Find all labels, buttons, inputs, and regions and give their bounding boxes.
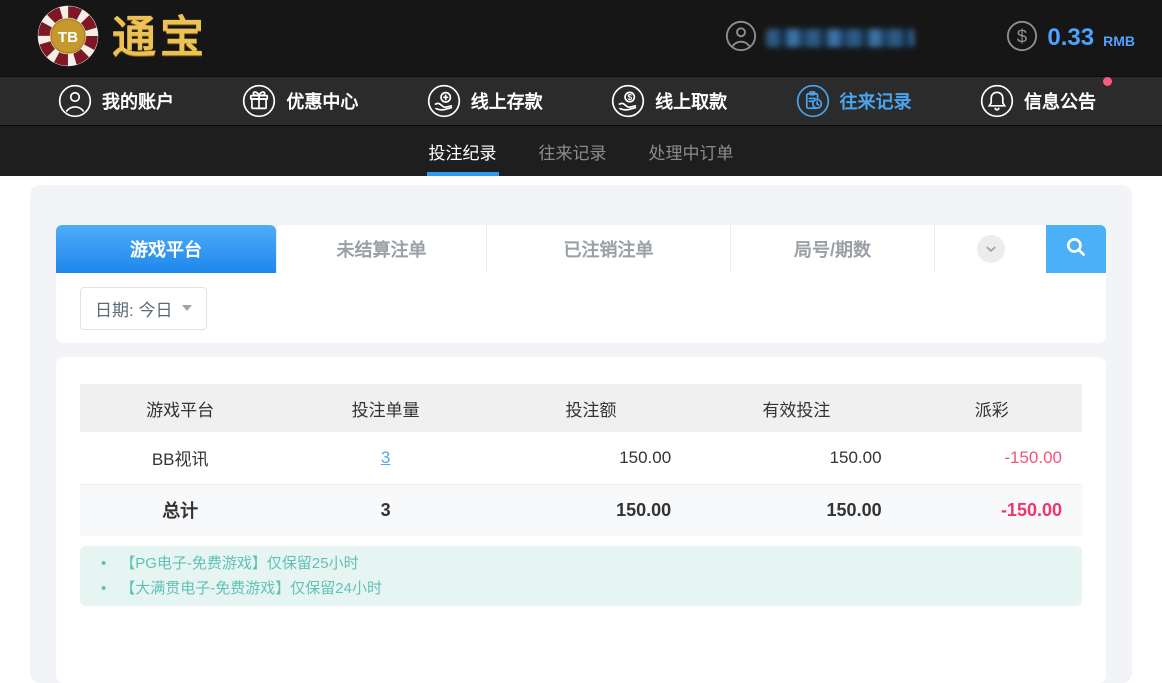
note-text: 【PG电子-免费游戏】仅保留25小时 <box>120 555 359 572</box>
report-tabbar: 游戏平台 未结算注单 已注销注单 局号/期数 <box>56 225 1106 273</box>
nav-item-announcements[interactable]: 信息公告 <box>980 77 1112 118</box>
table-header-row: 游戏平台 投注单量 投注额 有效投注 派彩 <box>80 384 1082 432</box>
more-options-dropdown[interactable] <box>934 225 1046 273</box>
subnav-label: 往来记录 <box>538 143 607 163</box>
svg-text:$: $ <box>1017 25 1028 46</box>
nav-label: 优惠中心 <box>286 92 359 112</box>
svg-text:TB: TB <box>58 29 78 46</box>
cell-payout: -150.00 <box>901 432 1082 485</box>
total-label: 总计 <box>80 484 281 536</box>
balance-amount: 0.33 <box>1047 24 1095 51</box>
coin-dollar-icon: $ <box>1006 20 1038 57</box>
col-header-valid-bet: 有效投注 <box>691 384 902 432</box>
subnav-label: 处理中订单 <box>648 143 734 163</box>
withdraw-icon: $ <box>611 84 645 118</box>
col-header-platform: 游戏平台 <box>80 384 281 432</box>
subnav-item-transactions[interactable]: 往来记录 <box>539 126 607 176</box>
bet-summary-table: 游戏平台 投注单量 投注额 有效投注 派彩 BB视讯 3 150.00 150.… <box>80 384 1082 536</box>
subnav-item-pending-orders[interactable]: 处理中订单 <box>649 126 734 176</box>
chevron-down-icon <box>976 235 1005 263</box>
content-panel: 游戏平台 未结算注单 已注销注单 局号/期数 日期: 今日 游戏平台 投注单量 … <box>30 185 1132 683</box>
retention-notes: • 【PG电子-免费游戏】仅保留25小时 • 【大满贯电子-免费游戏】仅保留24… <box>80 546 1082 606</box>
gift-icon <box>242 84 276 118</box>
tab-label: 已注销注单 <box>563 240 654 260</box>
balance[interactable]: $ 0.33 RMB <box>1006 20 1135 57</box>
sub-nav: 投注纪录 往来记录 处理中订单 <box>0 126 1162 176</box>
nav-item-promotions[interactable]: 优惠中心 <box>242 84 358 118</box>
cell-bet-amount: 150.00 <box>490 432 692 485</box>
nav-label: 线上存款 <box>470 92 543 112</box>
col-header-bet-count: 投注单量 <box>280 384 491 432</box>
notification-dot <box>1102 77 1112 86</box>
main-nav: 我的账户 优惠中心 线上存款 $ 线上取款 往来记录 信息公告 <box>0 76 1162 126</box>
subnav-item-bet-records[interactable]: 投注纪录 <box>426 126 499 176</box>
search-button[interactable] <box>1046 225 1106 273</box>
nav-label: 往来记录 <box>839 92 912 112</box>
search-icon <box>1063 234 1089 265</box>
brand-name: 通宝 <box>112 13 208 62</box>
total-bet-count: 3 <box>280 484 491 536</box>
nav-label: 我的账户 <box>102 92 174 112</box>
bell-icon <box>980 84 1014 118</box>
col-header-payout: 派彩 <box>901 384 1082 432</box>
report-card: 游戏平台 投注单量 投注额 有效投注 派彩 BB视讯 3 150.00 150.… <box>56 357 1106 683</box>
total-bet-amount: 150.00 <box>490 484 692 536</box>
user-account[interactable] <box>725 20 915 57</box>
bullet-icon: • <box>101 555 107 572</box>
tab-label: 游戏平台 <box>130 240 202 260</box>
person-icon <box>58 84 92 118</box>
cell-platform: BB视讯 <box>80 432 281 485</box>
note-item: • 【大满贯电子-免费游戏】仅保留24小时 <box>80 576 1082 601</box>
tab-unsettled[interactable]: 未结算注单 <box>276 225 486 273</box>
table-total-row: 总计 3 150.00 150.00 -150.00 <box>80 484 1082 536</box>
total-payout: -150.00 <box>901 484 1082 536</box>
main-content: 游戏平台 未结算注单 已注销注单 局号/期数 日期: 今日 游戏平台 投注单量 … <box>0 176 1162 683</box>
casino-chip-icon: TB <box>36 4 100 73</box>
round-number-input[interactable]: 局号/期数 <box>730 225 934 273</box>
col-header-bet-amount: 投注额 <box>490 384 692 432</box>
nav-item-deposit[interactable]: 线上存款 <box>427 84 543 118</box>
nav-label: 线上取款 <box>655 92 728 112</box>
nav-item-transactions[interactable]: 往来记录 <box>796 84 912 118</box>
nav-label: 信息公告 <box>1023 92 1096 112</box>
active-tab-underline <box>426 172 499 176</box>
top-header: TB 通宝 $ 0.33 RMB <box>0 0 1162 76</box>
filter-bar: 日期: 今日 <box>56 273 1106 343</box>
table-row: BB视讯 3 150.00 150.00 -150.00 <box>80 432 1082 485</box>
note-text: 【大满贯电子-免费游戏】仅保留24小时 <box>120 580 382 597</box>
nav-item-my-account[interactable]: 我的账户 <box>58 84 174 118</box>
bet-count-link[interactable]: 3 <box>381 448 390 467</box>
subnav-label: 投注纪录 <box>428 143 497 163</box>
deposit-icon <box>427 84 461 118</box>
tab-game-platform[interactable]: 游戏平台 <box>56 225 276 273</box>
username-masked <box>766 29 915 47</box>
records-clipboard-icon <box>796 84 830 118</box>
cell-valid-bet: 150.00 <box>691 432 902 485</box>
svg-text:$: $ <box>628 92 633 102</box>
total-valid-bet: 150.00 <box>691 484 902 536</box>
cell-bet-count: 3 <box>280 432 491 485</box>
brand-logo[interactable]: TB 通宝 <box>36 4 208 73</box>
nav-item-withdraw[interactable]: $ 线上取款 <box>611 84 727 118</box>
caret-down-icon <box>182 305 193 311</box>
note-item: • 【PG电子-免费游戏】仅保留25小时 <box>80 551 1082 576</box>
bullet-icon: • <box>101 580 107 597</box>
round-number-placeholder: 局号/期数 <box>793 240 871 260</box>
date-filter-label: 日期: 今日 <box>95 300 173 320</box>
tab-label: 未结算注单 <box>336 240 427 260</box>
user-avatar-icon <box>725 20 757 57</box>
date-filter-dropdown[interactable]: 日期: 今日 <box>80 286 208 330</box>
balance-currency: RMB <box>1103 33 1135 49</box>
tab-cancelled[interactable]: 已注销注单 <box>486 225 730 273</box>
